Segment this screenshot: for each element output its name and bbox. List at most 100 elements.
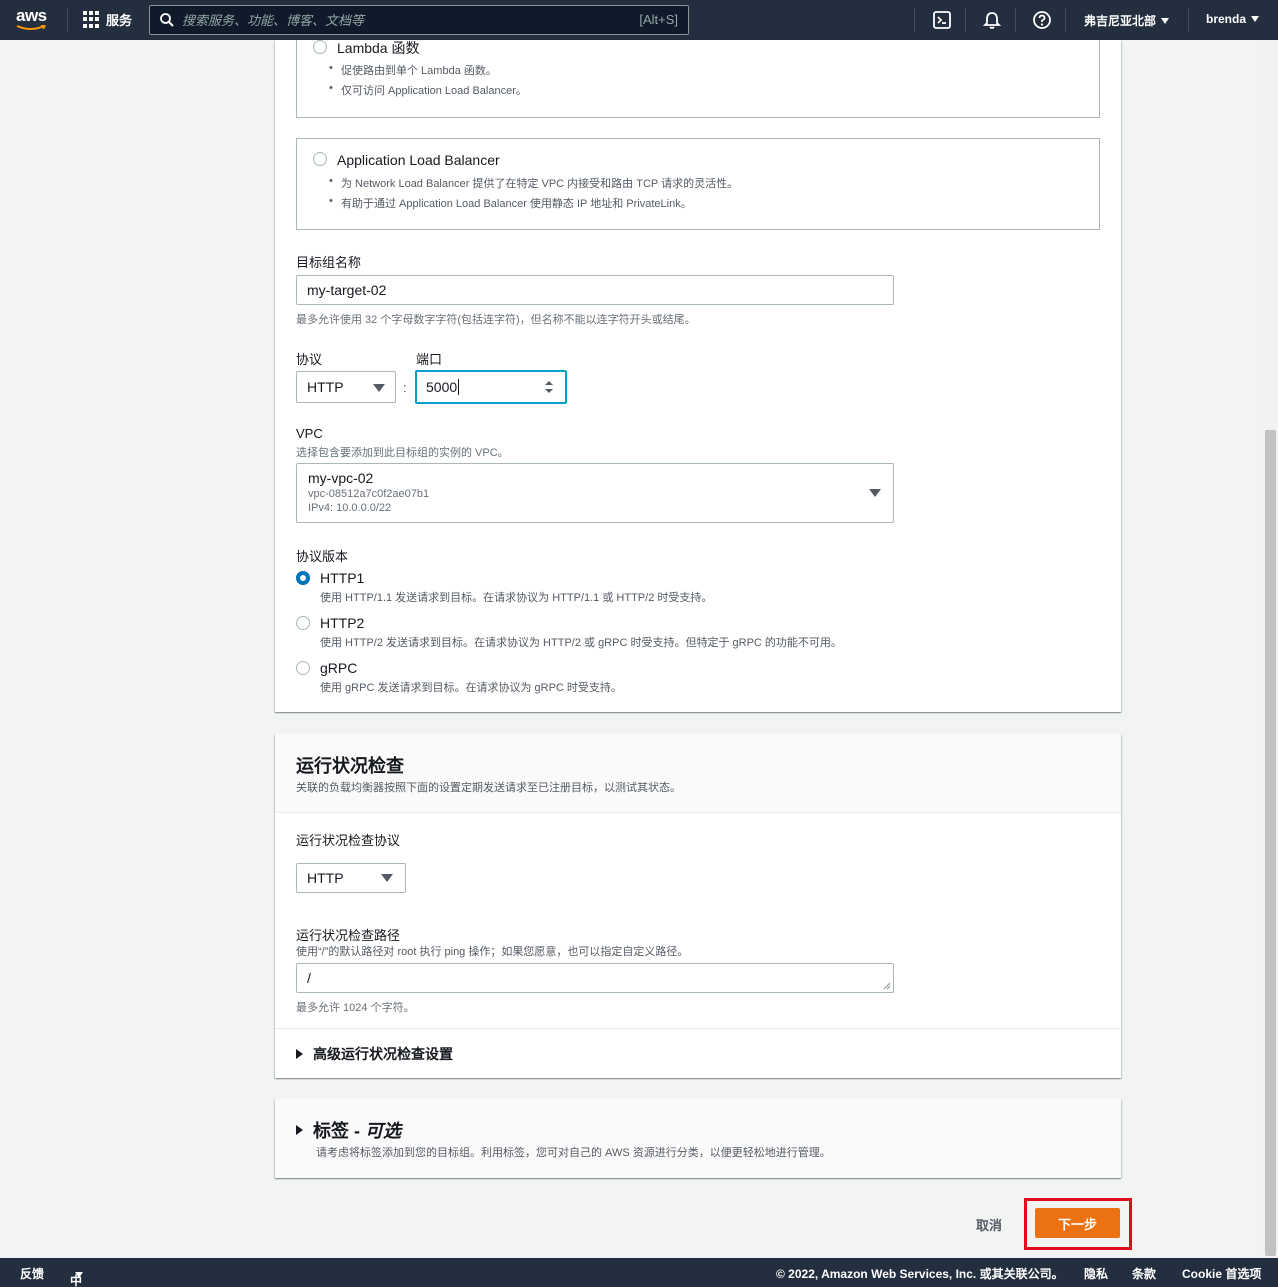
vpc-cidr: IPv4: 10.0.0.0/22 — [308, 502, 392, 514]
page-footer: 反馈 中文(简体) © 2022, Amazon Web Services, I… — [0, 1258, 1278, 1287]
caret-down-icon — [373, 384, 385, 392]
target-group-name-hint: 最多允许使用 32 个字母数字字符(包括连字符)，但名称不能以连字符开头或结尾。 — [296, 314, 696, 326]
caret-down-icon — [381, 874, 393, 882]
protocol-version-http2-radio[interactable] — [296, 616, 310, 630]
protocol-label: 协议 — [296, 352, 323, 367]
caret-right-icon — [296, 1125, 303, 1135]
resize-handle-icon[interactable] — [883, 982, 891, 990]
grpc-title: gRPC — [320, 660, 358, 676]
user-label: brenda — [1206, 12, 1247, 26]
tags-panel: 标签 - 可选 请考虑将标签添加到您的目标组。利用标签，您可对自己的 AWS 资… — [275, 1099, 1121, 1178]
health-check-protocol-select[interactable]: HTTP — [296, 863, 406, 893]
search-box[interactable]: [Alt+S] — [149, 5, 689, 35]
health-check-title: 运行状况检查 — [296, 756, 404, 776]
user-menu[interactable]: brenda — [1206, 12, 1260, 26]
caret-down-icon — [75, 1272, 83, 1278]
target-type-alb-tile[interactable]: Application Load Balancer 为 Network Load… — [296, 138, 1100, 230]
search-icon — [160, 13, 174, 27]
health-check-header: 运行状况检查 关联的负载均衡器按照下面的设置定期发送请求至已注册目标，以测试其状… — [275, 734, 1121, 813]
http2-description: 使用 HTTP/2 发送请求到目标。在请求协议为 HTTP/2 或 gRPC 时… — [320, 637, 842, 649]
protocol-value: HTTP — [307, 379, 344, 395]
nav-divider — [67, 8, 68, 32]
caret-down-icon — [869, 489, 881, 497]
alb-bullet: 为 Network Load Balancer 提供了在特定 VPC 内接受和路… — [329, 175, 738, 191]
nav-divider — [914, 8, 915, 32]
target-group-name-value: my-target-02 — [307, 282, 387, 298]
tags-expand-toggle[interactable]: 标签 - 可选 — [296, 1117, 401, 1143]
nav-divider — [1065, 8, 1066, 32]
caret-down-icon — [1161, 18, 1170, 24]
port-input[interactable]: 5000 — [415, 370, 567, 404]
region-label: 弗吉尼亚北部 — [1084, 14, 1157, 28]
alb-bullet: 有助于通过 Application Load Balancer 使用静态 IP … — [329, 195, 692, 211]
alb-title: Application Load Balancer — [337, 152, 500, 168]
region-selector[interactable]: 弗吉尼亚北部 — [1084, 12, 1170, 29]
health-check-path-value: / — [307, 970, 311, 986]
protocol-version-label: 协议版本 — [296, 549, 349, 564]
lambda-bullet: 促使路由到单个 Lambda 函数。 — [329, 62, 497, 78]
lambda-bullet: 仅可访问 Application Load Balancer。 — [329, 82, 527, 98]
health-check-panel: 运行状况检查 关联的负载均衡器按照下面的设置定期发送请求至已注册目标，以测试其状… — [275, 734, 1121, 1078]
lambda-title: Lambda 函数 — [337, 40, 420, 56]
divider — [275, 1028, 1121, 1029]
advanced-health-check-toggle[interactable]: 高级运行状况检查设置 — [296, 1044, 453, 1064]
target-group-name-input[interactable]: my-target-02 — [296, 275, 894, 305]
copyright-text: © 2022, Amazon Web Services, Inc. 或其关联公司… — [776, 1267, 1064, 1281]
protocol-select[interactable]: HTTP — [296, 371, 396, 403]
health-check-path-hint: 最多允许 1024 个字符。 — [296, 1002, 415, 1014]
vpc-description: 选择包含要添加到此目标组的实例的 VPC。 — [296, 447, 509, 459]
grpc-description: 使用 gRPC 发送请求到目标。在请求协议为 gRPC 时受支持。 — [320, 682, 622, 694]
health-check-protocol-value: HTTP — [307, 870, 344, 886]
top-navigation: aws 服务 [Alt+S] 弗吉尼亚北部 brenda — [0, 0, 1278, 40]
protocol-version-http1-radio[interactable] — [296, 571, 310, 585]
search-shortcut-hint: [Alt+S] — [639, 12, 678, 27]
aws-logo-text: aws — [16, 6, 47, 25]
aws-smile-icon — [16, 25, 46, 30]
services-menu-button[interactable]: 服务 — [83, 10, 132, 29]
advanced-health-check-label: 高级运行状况检查设置 — [313, 1046, 453, 1062]
port-label: 端口 — [416, 352, 443, 367]
bell-icon[interactable] — [982, 10, 1002, 30]
search-input[interactable] — [182, 12, 622, 28]
privacy-link[interactable]: 隐私 — [1084, 1265, 1108, 1282]
cloudshell-icon[interactable] — [932, 10, 952, 30]
health-check-protocol-label: 运行状况检查协议 — [296, 833, 401, 848]
vpc-select[interactable]: my-vpc-02 vpc-08512a7c0f2ae07b1 IPv4: 10… — [296, 463, 894, 523]
target-type-lambda-tile[interactable]: Lambda 函数 促使路由到单个 Lambda 函数。 仅可访问 Applic… — [296, 40, 1100, 118]
vpc-label: VPC — [296, 426, 323, 441]
http2-title: HTTP2 — [320, 615, 365, 631]
target-type-alb-radio[interactable] — [313, 152, 327, 166]
number-stepper-icon[interactable] — [544, 379, 554, 395]
vpc-name: my-vpc-02 — [308, 470, 374, 486]
protocol-version-grpc-radio[interactable] — [296, 661, 310, 675]
help-icon[interactable] — [1032, 10, 1052, 30]
health-check-path-input[interactable]: / — [296, 963, 894, 993]
caret-right-icon — [296, 1049, 303, 1059]
target-group-name-label: 目标组名称 — [296, 255, 362, 270]
grid-icon — [83, 11, 100, 28]
port-value: 5000 — [426, 379, 458, 395]
vpc-id: vpc-08512a7c0f2ae07b1 — [308, 488, 430, 500]
health-check-path-description: 使用“/”的默认路径对 root 执行 ping 操作；如果您愿意，也可以指定自… — [296, 946, 689, 958]
nav-divider — [1188, 8, 1189, 32]
nav-divider — [1015, 8, 1016, 32]
annotation-highlight-box — [1024, 1198, 1132, 1250]
health-check-description: 关联的负载均衡器按照下面的设置定期发送请求至已注册目标，以测试其状态。 — [296, 782, 681, 794]
feedback-link[interactable]: 反馈 — [20, 1265, 44, 1282]
text-cursor — [458, 379, 460, 395]
http1-description: 使用 HTTP/1.1 发送请求到目标。在请求协议为 HTTP/1.1 或 HT… — [320, 592, 713, 604]
cookie-preferences-link[interactable]: Cookie 首选项 — [1182, 1265, 1261, 1282]
caret-down-icon — [1251, 16, 1260, 22]
target-type-lambda-radio[interactable] — [313, 40, 327, 54]
cancel-button[interactable]: 取消 — [976, 1215, 1002, 1234]
health-check-path-label: 运行状况检查路径 — [296, 928, 401, 943]
aws-logo[interactable]: aws — [16, 7, 52, 33]
protocol-port-separator: : — [403, 380, 407, 395]
tags-description: 请考虑将标签添加到您的目标组。利用标签，您可对自己的 AWS 资源进行分类，以便… — [316, 1147, 831, 1159]
services-label: 服务 — [106, 13, 133, 28]
terms-link[interactable]: 条款 — [1132, 1265, 1156, 1282]
nav-divider — [965, 8, 966, 32]
scrollbar-thumb[interactable] — [1265, 430, 1276, 1256]
http1-title: HTTP1 — [320, 570, 365, 586]
tags-title: 标签 - 可选 — [313, 1121, 401, 1141]
